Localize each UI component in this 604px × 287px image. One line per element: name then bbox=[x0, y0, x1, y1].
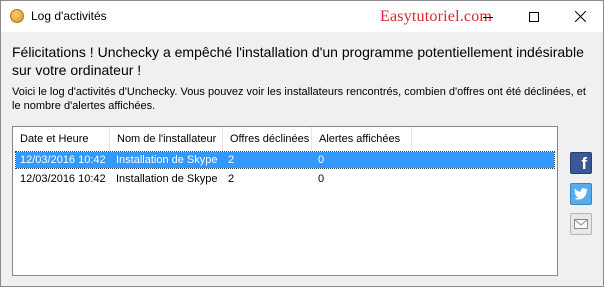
cell-alerts-shown: 0 bbox=[318, 154, 325, 166]
table-row[interactable]: 12/03/2016 10:42 Installation de Skype 2… bbox=[15, 151, 555, 169]
twitter-icon bbox=[574, 188, 588, 200]
minimize-button[interactable] bbox=[465, 1, 511, 32]
cell-date: 12/03/2016 10:42 bbox=[20, 154, 106, 166]
maximize-button[interactable] bbox=[511, 1, 557, 32]
column-header-alerts-shown[interactable]: Alertes affichées bbox=[312, 127, 412, 152]
column-header-offers-declined[interactable]: Offres déclinées bbox=[223, 127, 312, 152]
activity-log-table[interactable]: Date et Heure Nom de l'installateur Offr… bbox=[12, 126, 558, 276]
column-header-date[interactable]: Date et Heure bbox=[13, 127, 110, 152]
success-headline: Félicitations ! Unchecky a empêché l'ins… bbox=[12, 44, 584, 78]
close-icon bbox=[575, 11, 586, 22]
close-button[interactable] bbox=[557, 1, 603, 32]
email-share-button[interactable] bbox=[570, 213, 592, 235]
column-header-installer[interactable]: Nom de l'installateur bbox=[110, 127, 223, 152]
activity-log-window: Log d'activités Easytutoriel.com Félicit… bbox=[0, 0, 604, 287]
table-header: Date et Heure Nom de l'installateur Offr… bbox=[13, 127, 557, 153]
twitter-share-button[interactable] bbox=[570, 183, 592, 205]
cell-offers-declined: 2 bbox=[228, 173, 235, 185]
email-icon bbox=[574, 219, 588, 229]
table-row[interactable]: 12/03/2016 10:42 Installation de Skype 2… bbox=[16, 171, 554, 187]
title-bar[interactable]: Log d'activités Easytutoriel.com bbox=[1, 1, 603, 32]
cell-alerts-shown: 0 bbox=[318, 173, 325, 185]
facebook-icon: f bbox=[581, 154, 587, 173]
facebook-share-button[interactable]: f bbox=[570, 152, 592, 174]
log-description: Voici le log d'activités d'Unchecky. Vou… bbox=[12, 86, 586, 112]
cell-installer: Installation de Skype bbox=[116, 173, 218, 185]
window-title: Log d'activités bbox=[31, 9, 107, 23]
cell-date: 12/03/2016 10:42 bbox=[20, 173, 106, 185]
cell-offers-declined: 2 bbox=[228, 154, 235, 166]
cell-installer: Installation de Skype bbox=[116, 154, 218, 166]
unchecky-app-icon bbox=[10, 9, 24, 23]
